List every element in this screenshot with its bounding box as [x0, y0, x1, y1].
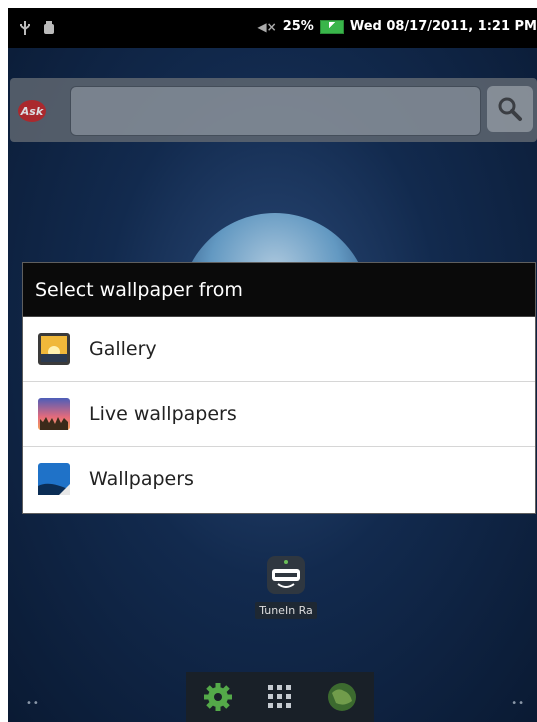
settings-icon[interactable] — [202, 681, 234, 713]
tunein-radio-icon — [267, 556, 305, 594]
battery-percent: 25% — [282, 19, 314, 34]
gallery-icon — [38, 333, 70, 365]
dock — [186, 672, 374, 722]
live-wallpaper-icon — [38, 398, 70, 430]
status-icons-right: ◀× 25% Wed 08/17/2011, 1:21 PM — [257, 19, 537, 34]
browser-globe-icon[interactable] — [326, 681, 358, 713]
status-bar: ◀× 25% Wed 08/17/2011, 1:21 PM — [8, 8, 537, 48]
ask-logo[interactable]: Ask — [18, 100, 46, 122]
search-button[interactable] — [487, 86, 533, 132]
tunein-radio-app[interactable]: TuneIn Ra — [246, 556, 326, 619]
app-grid-icon[interactable] — [265, 682, 295, 712]
battery-charging-icon — [319, 19, 344, 34]
page-indicator-left[interactable]: •• — [26, 698, 40, 709]
page-indicator-right[interactable]: •• — [511, 698, 525, 709]
status-icons-left — [18, 20, 56, 36]
usb-icon — [20, 21, 30, 35]
option-label: Gallery — [89, 338, 157, 360]
app-label: TuneIn Ra — [255, 602, 317, 619]
search-icon — [498, 97, 522, 121]
option-gallery[interactable]: Gallery — [23, 317, 535, 382]
muted-speaker-icon: ◀× — [257, 19, 277, 34]
android-debug-icon — [44, 21, 54, 34]
option-label: Live wallpapers — [89, 403, 237, 425]
option-wallpapers[interactable]: Wallpapers — [23, 447, 535, 511]
status-datetime: Wed 08/17/2011, 1:21 PM — [349, 19, 537, 34]
option-label: Wallpapers — [89, 468, 194, 490]
home-screen: ◀× 25% Wed 08/17/2011, 1:21 PM Ask Selec… — [8, 8, 537, 722]
dialog-title: Select wallpaper from — [23, 263, 535, 317]
option-live-wallpapers[interactable]: Live wallpapers — [23, 382, 535, 447]
select-wallpaper-dialog: Select wallpaper from Gallery Live wallp… — [22, 262, 536, 514]
wallpaper-icon — [38, 463, 70, 495]
search-input[interactable] — [70, 86, 481, 136]
search-widget: Ask — [10, 78, 537, 142]
